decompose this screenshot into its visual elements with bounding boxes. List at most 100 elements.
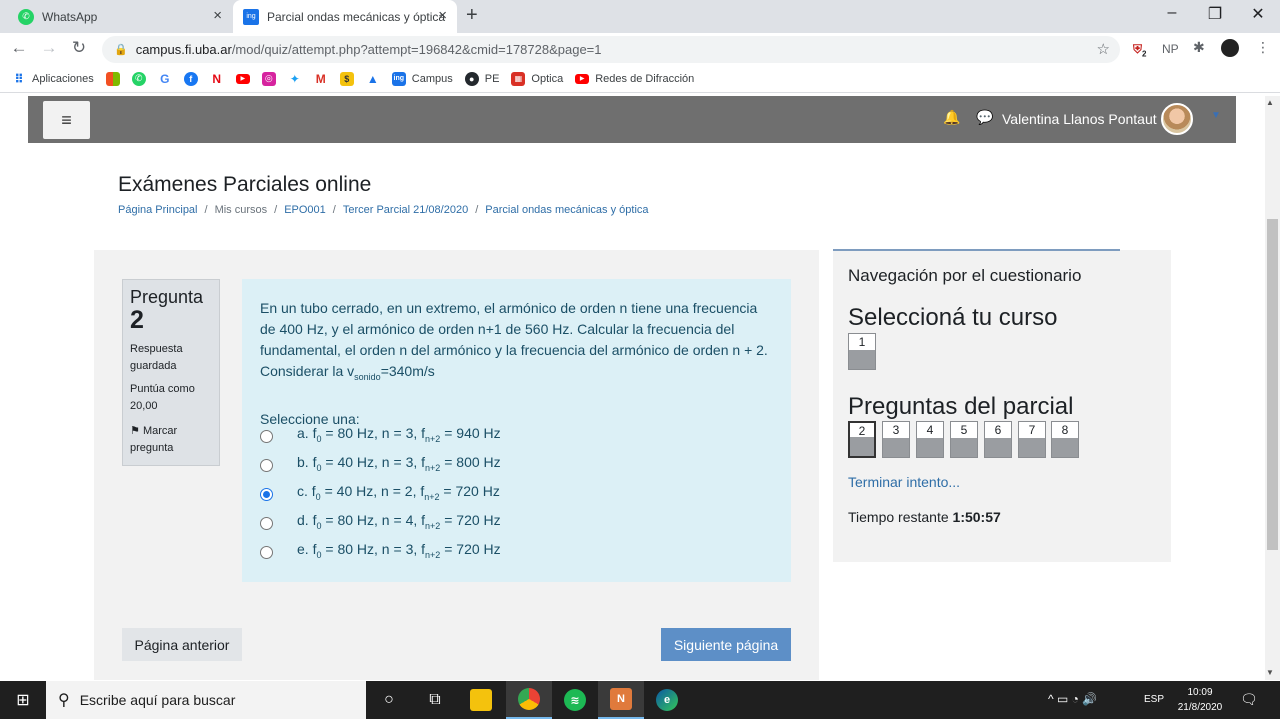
- bookmark-gmail[interactable]: M: [314, 69, 328, 89]
- scrollbar-thumb[interactable]: [1267, 219, 1278, 550]
- quiz-nav-button-6[interactable]: 6: [984, 421, 1012, 458]
- new-tab-button[interactable]: +: [466, 4, 478, 27]
- reload-icon[interactable]: ↻: [68, 38, 90, 58]
- scroll-up-arrow-icon[interactable]: ▲: [1266, 98, 1274, 107]
- taskbar-spotify[interactable]: ≋: [552, 681, 598, 719]
- flag-question-button[interactable]: ⚑ Marcar pregunta: [130, 423, 212, 457]
- bookmark-apps[interactable]: ⠿ Aplicaciones: [12, 69, 94, 89]
- bookmark-pe[interactable]: ● PE: [464, 69, 499, 89]
- bookmark-sheets[interactable]: $: [339, 69, 354, 89]
- avatar[interactable]: [1161, 103, 1193, 135]
- quiz-nav-button-number: 4: [926, 423, 934, 437]
- bookmark-campus[interactable]: ing Campus: [391, 69, 453, 89]
- messages-chat-icon[interactable]: 💬: [976, 109, 993, 126]
- taskbar-onenote[interactable]: N: [598, 681, 644, 719]
- quiz-nav-button-3[interactable]: 3: [882, 421, 910, 458]
- bookmark-star-icon[interactable]: ☆: [1097, 40, 1110, 58]
- taskbar-file-explorer[interactable]: [458, 681, 504, 719]
- windows-start-button[interactable]: ⊞: [0, 681, 46, 719]
- bookmark-label: Redes de Difracción: [595, 72, 695, 85]
- menu-toggle-button[interactable]: ≡: [43, 101, 90, 139]
- browser-tab-strip: ✆ WhatsApp × ing Parcial ondas mecánicas…: [0, 0, 1280, 33]
- breadcrumb-course[interactable]: EPO001: [284, 204, 326, 216]
- quiz-nav-button-4[interactable]: 4: [916, 421, 944, 458]
- quiz-nav-button-1[interactable]: 1: [848, 333, 876, 370]
- quiz-nav-button-8[interactable]: 8: [1051, 421, 1079, 458]
- finish-attempt-link[interactable]: Terminar intento...: [848, 474, 960, 490]
- close-window-button[interactable]: ✕: [1243, 4, 1273, 24]
- quiz-nav-button-2[interactable]: 2: [848, 421, 876, 458]
- bookmark-netflix[interactable]: N: [210, 69, 224, 89]
- answer-text: d. f0 = 80 Hz, n = 4, fn+2 = 720 Hz: [297, 511, 501, 531]
- question-number: 2: [130, 306, 144, 334]
- task-view-button[interactable]: ⧉: [412, 681, 458, 719]
- notifications-bell-icon[interactable]: 🔔: [943, 109, 960, 126]
- quiz-nav-button-5[interactable]: 5: [950, 421, 978, 458]
- user-name[interactable]: Valentina Llanos Pontaut: [1002, 111, 1157, 127]
- onenote-icon: N: [610, 688, 632, 710]
- next-page-button[interactable]: Siguiente página: [661, 628, 791, 661]
- answer-text: b. f0 = 40 Hz, n = 3, fn+2 = 800 Hz: [297, 453, 501, 473]
- breadcrumb-separator: /: [204, 204, 208, 216]
- breadcrumb-quiz[interactable]: Parcial ondas mecánicas y óptica: [485, 204, 648, 216]
- previous-page-button[interactable]: Página anterior: [122, 628, 242, 661]
- back-icon[interactable]: ←: [8, 38, 30, 58]
- answer-option-e[interactable]: e. f0 = 80 Hz, n = 3, fn+2 = 720 Hz: [260, 541, 501, 562]
- scroll-down-arrow-icon[interactable]: ▼: [1266, 668, 1274, 677]
- bookmark-microsoft[interactable]: [105, 69, 120, 89]
- address-bar[interactable]: 🔒 campus.fi.uba.ar/mod/quiz/attempt.php?…: [102, 36, 1120, 63]
- radio-button[interactable]: [260, 545, 273, 559]
- windows-taskbar: ⊞ ⚲ Escribe aquí para buscar ○ ⧉ ≋ N e ^…: [0, 681, 1280, 719]
- bookmark-youtube[interactable]: ▶: [235, 69, 250, 89]
- profile-avatar-icon[interactable]: [1221, 39, 1239, 57]
- answered-status-bar: [951, 438, 977, 457]
- question-text: En un tubo cerrado, en un extremo, el ar…: [260, 298, 773, 388]
- radio-button[interactable]: [260, 516, 273, 530]
- extension-shield-icon[interactable]: ⛨2: [1133, 42, 1146, 58]
- close-icon[interactable]: ×: [438, 8, 447, 24]
- notifications-icon[interactable]: 🗨: [1240, 691, 1258, 708]
- extensions-puzzle-icon[interactable]: ✱: [1193, 39, 1205, 56]
- answer-option-b[interactable]: b. f0 = 40 Hz, n = 3, fn+2 = 800 Hz: [260, 454, 501, 475]
- system-tray-icons[interactable]: ^ ▭ ◔ 🔊: [1048, 692, 1097, 706]
- input-language[interactable]: ESP: [1144, 694, 1164, 705]
- bookmark-label: Aplicaciones: [32, 72, 94, 85]
- taskbar-edge[interactable]: e: [644, 681, 690, 719]
- bookmark-twitter[interactable]: ✦: [288, 69, 302, 89]
- answer-option-c[interactable]: c. f0 = 40 Hz, n = 2, fn+2 = 720 Hz: [260, 483, 500, 504]
- bookmark-whatsapp[interactable]: ✆: [131, 69, 146, 89]
- taskbar-chrome[interactable]: [506, 681, 552, 719]
- taskbar-clock[interactable]: 10:09 21/8/2020: [1168, 685, 1232, 715]
- breadcrumb-home[interactable]: Página Principal: [118, 204, 198, 216]
- answered-status-bar: [1019, 438, 1045, 457]
- radio-button[interactable]: [260, 429, 273, 443]
- extension-np[interactable]: NP: [1162, 42, 1179, 56]
- bookmark-facebook[interactable]: f: [183, 69, 198, 89]
- radio-button[interactable]: [260, 458, 273, 472]
- radio-button-selected[interactable]: [260, 487, 273, 501]
- cortana-button[interactable]: ○: [366, 681, 412, 719]
- quiz-nav-title: Navegación por el cuestionario: [848, 266, 1082, 285]
- chevron-down-icon[interactable]: ▼: [1211, 110, 1221, 121]
- bookmark-drive[interactable]: ▲: [366, 69, 380, 89]
- tab-whatsapp[interactable]: ✆ WhatsApp ×: [8, 0, 232, 33]
- close-icon[interactable]: ×: [213, 8, 222, 24]
- cortana-circle-icon: ○: [384, 691, 394, 708]
- quiz-nav-button-number: 8: [1061, 423, 1069, 437]
- tab-quiz[interactable]: ing Parcial ondas mecánicas y óptica ×: [233, 0, 457, 33]
- answered-status-bar: [849, 350, 875, 369]
- maximize-button[interactable]: ❐: [1200, 4, 1230, 24]
- bookmark-google[interactable]: G: [158, 69, 172, 89]
- answer-option-d[interactable]: d. f0 = 80 Hz, n = 4, fn+2 = 720 Hz: [260, 512, 501, 533]
- breadcrumb-section[interactable]: Tercer Parcial 21/08/2020: [343, 204, 468, 216]
- taskbar-search-box[interactable]: ⚲ Escribe aquí para buscar: [46, 681, 366, 719]
- chrome-menu-icon[interactable]: ⋮: [1256, 39, 1270, 56]
- forward-icon[interactable]: →: [38, 38, 60, 58]
- bookmark-redes-difraccion[interactable]: ▶ Redes de Difracción: [575, 69, 694, 89]
- bookmark-instagram[interactable]: ◎: [261, 69, 276, 89]
- question-content: En un tubo cerrado, en un extremo, el ar…: [242, 279, 791, 582]
- quiz-nav-button-7[interactable]: 7: [1018, 421, 1046, 458]
- bookmark-optica[interactable]: ▦ Optica: [511, 69, 563, 89]
- answer-option-a[interactable]: a. f0 = 80 Hz, n = 3, fn+2 = 940 Hz: [260, 425, 501, 446]
- minimize-button[interactable]: –: [1157, 4, 1187, 22]
